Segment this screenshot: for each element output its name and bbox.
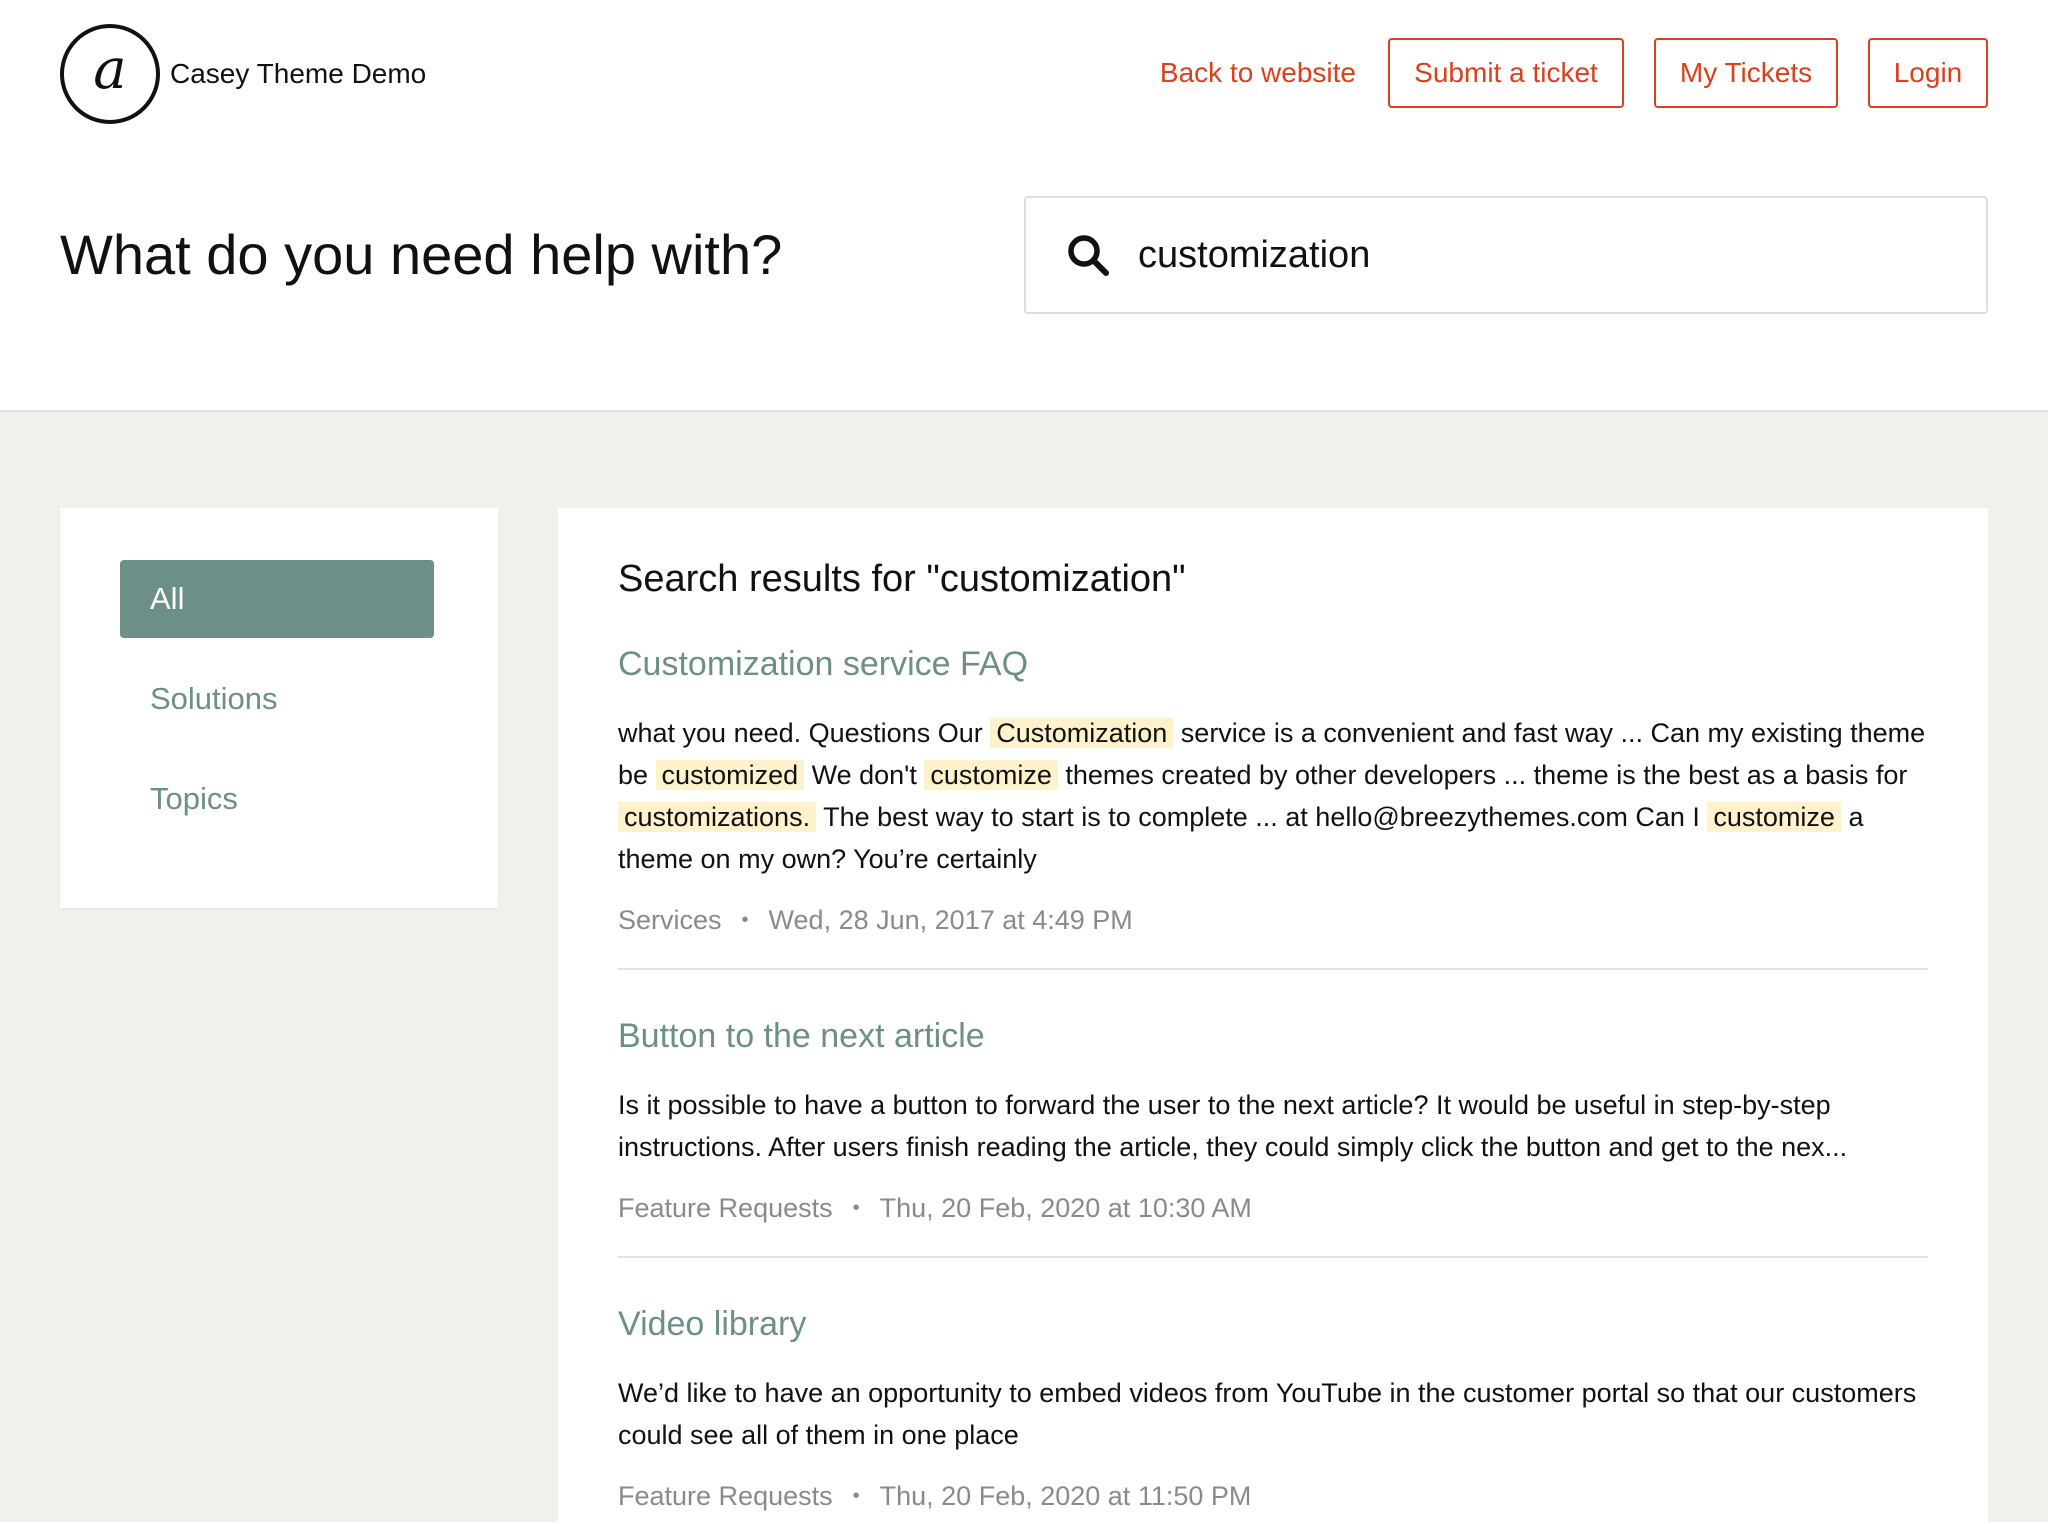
search-result: Customization service FAQ what you need. … <box>618 644 1928 970</box>
my-tickets-button[interactable]: My Tickets <box>1654 38 1838 108</box>
snippet-text: Is it possible to have a button to forwa… <box>618 1090 1848 1162</box>
filter-all[interactable]: All <box>120 560 434 638</box>
results-panel: Search results for "customization" Custo… <box>558 508 1988 1522</box>
highlighted-term: customize <box>924 760 1058 790</box>
filter-solutions[interactable]: Solutions <box>120 660 434 738</box>
snippet-text: themes created by other developers ... t… <box>1057 760 1908 790</box>
meta-separator: • <box>852 1485 860 1507</box>
snippet-text: We don't <box>804 760 925 790</box>
meta-separator: • <box>741 909 749 931</box>
result-title-link[interactable]: Button to the next article <box>618 1016 1928 1056</box>
results-list: Customization service FAQ what you need. … <box>618 644 1928 1522</box>
result-meta: Feature Requests • Thu, 20 Feb, 2020 at 10… <box>618 1190 1928 1226</box>
result-snippet: what you need. Questions Our Customizati… <box>618 712 1928 880</box>
result-meta: Feature Requests • Thu, 20 Feb, 2020 at 11… <box>618 1478 1928 1514</box>
brand-name[interactable]: Casey Theme Demo <box>170 58 426 90</box>
highlighted-term: customized <box>655 760 805 790</box>
result-category: Feature Requests <box>618 1481 833 1511</box>
search-box[interactable] <box>1024 196 1988 314</box>
snippet-text: We’d like to have an opportunity to embe… <box>618 1378 1917 1450</box>
search-result: Video library We’d like to have an opport… <box>618 1304 1928 1522</box>
result-snippet: Is it possible to have a button to forwa… <box>618 1084 1928 1168</box>
result-date: Thu, 20 Feb, 2020 at 11:50 PM <box>879 1481 1252 1511</box>
site-header: a Casey Theme Demo Back to website Submi… <box>0 0 2048 412</box>
result-title-link[interactable]: Customization service FAQ <box>618 644 1928 684</box>
page-title: What do you need help with? <box>60 223 783 286</box>
search-input[interactable] <box>1138 233 1958 277</box>
filter-topics[interactable]: Topics <box>120 760 434 838</box>
snippet-text: what you need. Questions Our <box>618 718 991 748</box>
result-date: Thu, 20 Feb, 2020 at 10:30 AM <box>879 1193 1252 1223</box>
main-content: All Solutions Topics Search results for … <box>0 412 2048 1522</box>
result-date: Wed, 28 Jun, 2017 at 4:49 PM <box>768 905 1133 935</box>
top-nav: Back to website Submit a ticket My Ticke… <box>1158 38 1988 108</box>
highlighted-term: Customization <box>990 718 1174 748</box>
brand-logo[interactable]: a <box>60 24 160 124</box>
highlighted-term: customize <box>1707 802 1841 832</box>
search-icon[interactable] <box>1066 233 1110 277</box>
snippet-text: The best way to start is to complete ...… <box>816 802 1708 832</box>
login-button[interactable]: Login <box>1868 38 1988 108</box>
results-heading: Search results for "customization" <box>618 558 1186 600</box>
result-snippet: We’d like to have an opportunity to embe… <box>618 1372 1928 1456</box>
back-to-website-link[interactable]: Back to website <box>1158 57 1358 89</box>
result-category: Feature Requests <box>618 1193 833 1223</box>
filter-panel: All Solutions Topics <box>60 508 498 908</box>
result-meta: Services • Wed, 28 Jun, 2017 at 4:49 PM <box>618 902 1928 938</box>
meta-separator: • <box>852 1197 860 1219</box>
submit-ticket-button[interactable]: Submit a ticket <box>1388 38 1624 108</box>
result-title-link[interactable]: Video library <box>618 1304 1928 1344</box>
highlighted-term: customizations. <box>618 802 817 832</box>
search-result: Button to the next article Is it possible… <box>618 1016 1928 1258</box>
brand[interactable]: a Casey Theme Demo <box>60 24 426 124</box>
result-category: Services <box>618 905 722 935</box>
